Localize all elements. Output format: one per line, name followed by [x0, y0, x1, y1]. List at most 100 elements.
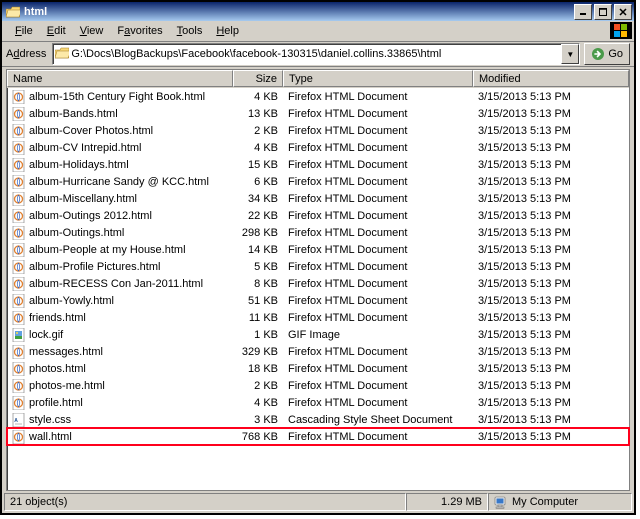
file-name: album-Outings 2012.html [29, 210, 152, 222]
maximize-button[interactable] [594, 4, 612, 20]
file-name: album-Bands.html [29, 108, 118, 120]
file-size: 8 KB [233, 278, 283, 290]
file-size: 1 KB [233, 329, 283, 341]
file-type: Firefox HTML Document [283, 91, 473, 103]
file-type: Firefox HTML Document [283, 227, 473, 239]
mycomputer-icon [494, 495, 508, 509]
col-header-name[interactable]: Name [7, 70, 233, 87]
file-modified: 3/15/2013 5:13 PM [473, 176, 629, 188]
file-modified: 3/15/2013 5:13 PM [473, 312, 629, 324]
file-modified: 3/15/2013 5:13 PM [473, 210, 629, 222]
file-size: 329 KB [233, 346, 283, 358]
file-name: album-15th Century Fight Book.html [29, 91, 205, 103]
file-size: 11 KB [233, 312, 283, 324]
file-row[interactable]: album-CV Intrepid.html4 KBFirefox HTML D… [7, 139, 629, 156]
file-name: album-People at my House.html [29, 244, 186, 256]
html-file-icon [12, 430, 26, 444]
address-bar: Address G:\Docs\BlogBackups\Facebook\fac… [2, 42, 634, 67]
file-name: album-CV Intrepid.html [29, 142, 142, 154]
menu-favorites[interactable]: Favorites [110, 22, 169, 40]
file-type: Firefox HTML Document [283, 346, 473, 358]
menu-file[interactable]: File [8, 22, 40, 40]
file-name: friends.html [29, 312, 86, 324]
file-row[interactable]: album-15th Century Fight Book.html4 KBFi… [7, 88, 629, 105]
file-name: album-RECESS Con Jan-2011.html [29, 278, 203, 290]
address-path: G:\Docs\BlogBackups\Facebook\facebook-13… [69, 48, 561, 60]
file-row[interactable]: photos.html18 KBFirefox HTML Document3/1… [7, 360, 629, 377]
html-file-icon [12, 311, 26, 325]
file-list: Name Size Type Modified album-15th Centu… [6, 69, 630, 491]
file-modified: 3/15/2013 5:13 PM [473, 414, 629, 426]
file-name: album-Outings.html [29, 227, 124, 239]
file-row[interactable]: friends.html 11 KBFirefox HTML Document3/… [7, 309, 629, 326]
file-row[interactable]: profile.html4 KBFirefox HTML Document3/1… [7, 394, 629, 411]
file-type: Firefox HTML Document [283, 295, 473, 307]
file-row[interactable]: album-Hurricane Sandy @ KCC.html6 KBFire… [7, 173, 629, 190]
file-type: Firefox HTML Document [283, 312, 473, 324]
menu-help[interactable]: Help [209, 22, 246, 40]
file-row[interactable]: album-RECESS Con Jan-2011.html8 KBFirefo… [7, 275, 629, 292]
html-file-icon [12, 277, 26, 291]
go-icon [591, 47, 605, 61]
menu-view[interactable]: View [73, 22, 111, 40]
html-file-icon [12, 141, 26, 155]
file-size: 4 KB [233, 142, 283, 154]
file-size: 3 KB [233, 414, 283, 426]
html-file-icon [12, 362, 26, 376]
file-name: style.css [29, 414, 71, 426]
window-title: html [24, 6, 574, 18]
file-row[interactable]: album-People at my House.html14 KBFirefo… [7, 241, 629, 258]
file-size: 22 KB [233, 210, 283, 222]
file-type: Firefox HTML Document [283, 363, 473, 375]
file-size: 2 KB [233, 380, 283, 392]
file-size: 6 KB [233, 176, 283, 188]
titlebar[interactable]: html [2, 2, 634, 21]
file-size: 51 KB [233, 295, 283, 307]
file-modified: 3/15/2013 5:13 PM [473, 295, 629, 307]
file-row[interactable]: album-Cover Photos.html2 KBFirefox HTML … [7, 122, 629, 139]
file-modified: 3/15/2013 5:13 PM [473, 431, 629, 443]
col-header-modified[interactable]: Modified [473, 70, 629, 87]
col-header-size[interactable]: Size [233, 70, 283, 87]
file-row[interactable]: album-Miscellany.html34 KBFirefox HTML D… [7, 190, 629, 207]
file-name: photos.html [29, 363, 86, 375]
file-row[interactable]: album-Profile Pictures.html5 KBFirefox H… [7, 258, 629, 275]
file-name: profile.html [29, 397, 83, 409]
file-type: Firefox HTML Document [283, 244, 473, 256]
minimize-button[interactable] [574, 4, 592, 20]
gif-file-icon [12, 328, 26, 342]
file-modified: 3/15/2013 5:13 PM [473, 261, 629, 273]
file-row[interactable]: messages.html329 KBFirefox HTML Document… [7, 343, 629, 360]
html-file-icon [12, 192, 26, 206]
file-row[interactable]: album-Outings.html298 KBFirefox HTML Doc… [7, 224, 629, 241]
file-size: 768 KB [233, 431, 283, 443]
file-modified: 3/15/2013 5:13 PM [473, 244, 629, 256]
file-modified: 3/15/2013 5:13 PM [473, 108, 629, 120]
address-label: Address [6, 48, 48, 60]
html-file-icon [12, 345, 26, 359]
file-row[interactable]: album-Outings 2012.html22 KBFirefox HTML… [7, 207, 629, 224]
file-row[interactable]: wall.html768 KBFirefox HTML Document3/15… [7, 428, 629, 445]
go-button[interactable]: Go [584, 43, 630, 65]
file-modified: 3/15/2013 5:13 PM [473, 397, 629, 409]
file-row[interactable]: album-Bands.html13 KBFirefox HTML Docume… [7, 105, 629, 122]
close-button[interactable] [614, 4, 632, 20]
file-row[interactable]: album-Yowly.html 51 KBFirefox HTML Docume… [7, 292, 629, 309]
file-type: Firefox HTML Document [283, 431, 473, 443]
col-header-type[interactable]: Type [283, 70, 473, 87]
file-row[interactable]: style.css3 KBCascading Style Sheet Docum… [7, 411, 629, 428]
html-file-icon [12, 294, 26, 308]
file-name: lock.gif [29, 329, 63, 341]
html-file-icon [12, 396, 26, 410]
address-input[interactable]: G:\Docs\BlogBackups\Facebook\facebook-13… [52, 43, 580, 65]
html-file-icon [12, 226, 26, 240]
menu-tools[interactable]: Tools [170, 22, 210, 40]
file-row[interactable]: photos-me.html2 KBFirefox HTML Document3… [7, 377, 629, 394]
file-row[interactable]: album-Holidays.html15 KBFirefox HTML Doc… [7, 156, 629, 173]
file-name: album-Yowly.html [29, 295, 114, 307]
file-row[interactable]: lock.gif1 KBGIF Image3/15/2013 5:13 PM [7, 326, 629, 343]
status-location: My Computer [488, 493, 632, 511]
address-dropdown[interactable]: ▼ [561, 44, 579, 64]
menu-edit[interactable]: Edit [40, 22, 73, 40]
status-objects: 21 object(s) [4, 493, 406, 511]
